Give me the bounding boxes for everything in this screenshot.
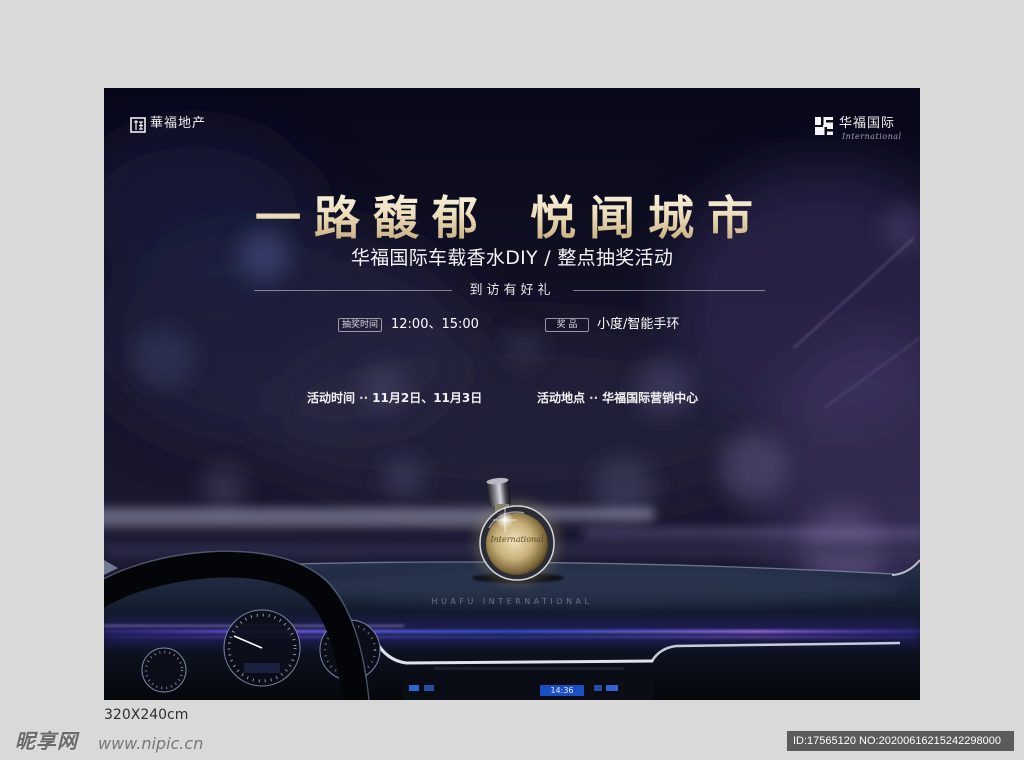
dashboard-clock: 14:36 [540,685,584,696]
headline-part-1: 一路馥郁 [255,191,491,245]
logo-left-name: 華福地产 [150,116,207,131]
logo-right-name: 华福国际 [839,116,896,131]
car-interior-scene [104,88,920,700]
event-time-value: 11月2日、11月3日 [372,391,483,405]
event-time-label: 活动时间 [307,391,356,405]
watermark-brand: 昵享网 [15,729,78,753]
bottle-script: International [490,535,544,544]
watermark-url: www.nipic.cn [98,734,204,753]
dashboard-brand-text: HUAFU INTERNATIONAL [431,597,593,606]
event-place-label: 活动地点 [537,391,586,405]
prize-label: 奖 品 [545,318,589,332]
event-place: 活动地点 ·· 华福国际营销中心 [537,390,698,406]
event-time-separator: ·· [359,391,369,405]
event-poster: 華福地产 华福国际 International 一路馥郁 悦闻城市 华福国际车载… [104,88,920,700]
size-label: 320X240cm [104,707,189,723]
prize-value: 小度/智能手环 [597,317,680,332]
huafu-international-logo-icon [815,117,833,135]
subtitle: 华福国际车载香水DIY / 整点抽奖活动 [350,247,674,269]
logo-right-script: International [842,132,902,141]
headline-part-2: 悦闻城市 [530,191,766,245]
draw-time-label: 抽奖时间 [338,318,382,332]
event-place-value: 华福国际营销中心 [602,391,699,405]
image-id-bar: ID:17565120 NO:20200616215242298000 [787,731,1014,751]
event-place-separator: ·· [589,391,599,405]
huafu-realty-logo-icon [130,117,146,133]
gift-line: 到访有好礼 [469,283,555,298]
event-time: 活动时间 ·· 11月2日、11月3日 [307,390,482,406]
draw-time-value: 12:00、15:00 [391,317,479,332]
